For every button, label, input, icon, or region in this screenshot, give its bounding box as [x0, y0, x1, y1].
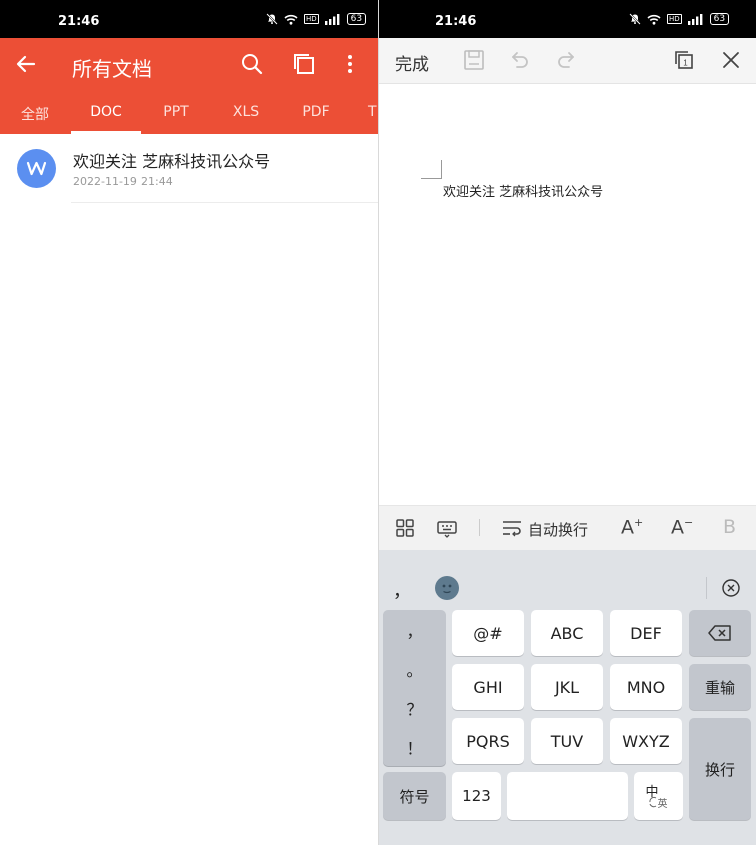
file-time: 21:44	[141, 175, 173, 188]
tab-ppt[interactable]: PPT	[152, 104, 200, 120]
document-canvas[interactable]: 欢迎关注 芝麻科技讯公众号	[379, 84, 756, 504]
numbers-key[interactable]: 123	[452, 772, 501, 820]
symbols-key[interactable]: 符号	[383, 772, 446, 820]
key-abc[interactable]: ABC	[531, 610, 603, 656]
search-icon[interactable]	[240, 52, 264, 76]
hd-icon: HD	[667, 14, 682, 24]
auto-wrap-label[interactable]: 自动换行	[528, 519, 588, 540]
wifi-icon	[647, 14, 661, 25]
mute-bell-icon	[266, 13, 278, 25]
key-exclaim[interactable]: ！	[383, 727, 446, 766]
divider	[706, 577, 707, 599]
file-type-tabs: 全部 DOC PPT XLS PDF T	[0, 100, 378, 134]
backspace-icon	[708, 625, 731, 641]
document-text[interactable]: 欢迎关注 芝麻科技讯公众号	[443, 181, 603, 200]
file-list-screen: 21:46 HD 63 所有文档 全部 DOC PPT XLS PDF T 欢迎…	[0, 0, 378, 845]
page-margin-corner	[421, 160, 442, 179]
key-mno[interactable]: MNO	[610, 664, 682, 710]
candidate-punct[interactable]: ，	[393, 577, 411, 603]
decrease-font-button[interactable]: A−	[671, 516, 693, 538]
app-bar: 所有文档 全部 DOC PPT XLS PDF T	[0, 38, 378, 134]
status-icons: HD 63	[266, 13, 367, 25]
tab-all[interactable]: 全部	[20, 104, 50, 124]
key-wxyz[interactable]: WXYZ	[610, 718, 682, 764]
status-bar: 21:46 HD 63	[379, 0, 756, 38]
moon-face-emoji-icon[interactable]	[435, 576, 459, 600]
file-name: 欢迎关注 芝麻科技讯公众号	[73, 152, 271, 171]
divider	[479, 519, 480, 536]
divider	[71, 202, 378, 203]
done-button[interactable]: 完成	[395, 50, 429, 75]
hd-icon: HD	[304, 14, 319, 24]
grid-apps-icon[interactable]	[395, 518, 415, 538]
editor-screen: 21:46 HD 63 完成 1 欢迎关注 芝麻科技讯公众号 自动换行 A+ A…	[379, 0, 756, 845]
wifi-icon	[284, 14, 298, 25]
reenter-key[interactable]: 重输	[689, 664, 751, 710]
mute-bell-icon	[629, 13, 641, 25]
back-arrow-icon[interactable]	[14, 52, 38, 76]
status-bar: 21:46 HD 63	[0, 0, 378, 38]
minus-icon: −	[684, 516, 694, 529]
key-period[interactable]: 。	[383, 649, 446, 688]
undo-icon[interactable]	[509, 49, 531, 71]
more-options-icon[interactable]	[340, 52, 360, 76]
editor-toolbar: 完成 1	[379, 38, 756, 84]
battery-icon: 63	[346, 13, 367, 25]
backspace-key[interactable]	[689, 610, 751, 656]
status-icons: HD 63	[629, 13, 730, 25]
auto-wrap-icon[interactable]	[501, 518, 523, 538]
battery-icon: 63	[709, 13, 730, 25]
input-keyboard: ， ， 。 ？ ！ @# ABC DEF GHI JKL MNO 重输 PQRS…	[379, 550, 756, 845]
key-question[interactable]: ？	[383, 688, 446, 727]
collapse-candidates-icon[interactable]	[721, 578, 741, 598]
keyboard-toggle-icon[interactable]	[436, 518, 458, 538]
key-ghi[interactable]: GHI	[452, 664, 524, 710]
word-file-icon	[17, 149, 56, 188]
plus-icon: +	[634, 516, 644, 529]
language-switch-icon: 中 英	[645, 785, 668, 810]
space-key[interactable]	[507, 772, 628, 820]
multi-window-icon[interactable]	[292, 52, 316, 76]
tab-txt[interactable]: T	[368, 104, 378, 120]
file-date: 2022-11-19	[73, 175, 137, 188]
increase-font-button[interactable]: A+	[621, 516, 643, 538]
signal-icon	[687, 13, 703, 25]
close-icon[interactable]	[720, 49, 742, 71]
list-item[interactable]: 欢迎关注 芝麻科技讯公众号 2022-11-19 21:44	[0, 134, 378, 203]
multi-window-icon[interactable]: 1	[673, 49, 695, 71]
key-comma[interactable]: ，	[383, 610, 446, 649]
status-time: 21:46	[58, 14, 100, 29]
language-switch-key[interactable]: 中 英	[634, 772, 683, 820]
newline-key[interactable]: 换行	[689, 718, 751, 820]
redo-icon[interactable]	[555, 49, 577, 71]
key-at-hash[interactable]: @#	[452, 610, 524, 656]
svg-text:1: 1	[683, 59, 688, 68]
save-icon[interactable]	[463, 49, 485, 71]
tab-xls[interactable]: XLS	[222, 104, 270, 120]
format-toolbar: 自动换行 A+ A− B	[379, 505, 756, 550]
tab-pdf[interactable]: PDF	[292, 104, 340, 120]
key-tuv[interactable]: TUV	[531, 718, 603, 764]
status-time: 21:46	[435, 14, 477, 29]
signal-icon	[324, 13, 340, 25]
key-def[interactable]: DEF	[610, 610, 682, 656]
tab-doc[interactable]: DOC	[81, 104, 131, 120]
page-title: 所有文档	[72, 57, 152, 81]
key-pqrs[interactable]: PQRS	[452, 718, 524, 764]
bold-button[interactable]: B	[723, 516, 736, 538]
key-jkl[interactable]: JKL	[531, 664, 603, 710]
punctuation-column: ， 。 ？ ！	[383, 610, 446, 766]
